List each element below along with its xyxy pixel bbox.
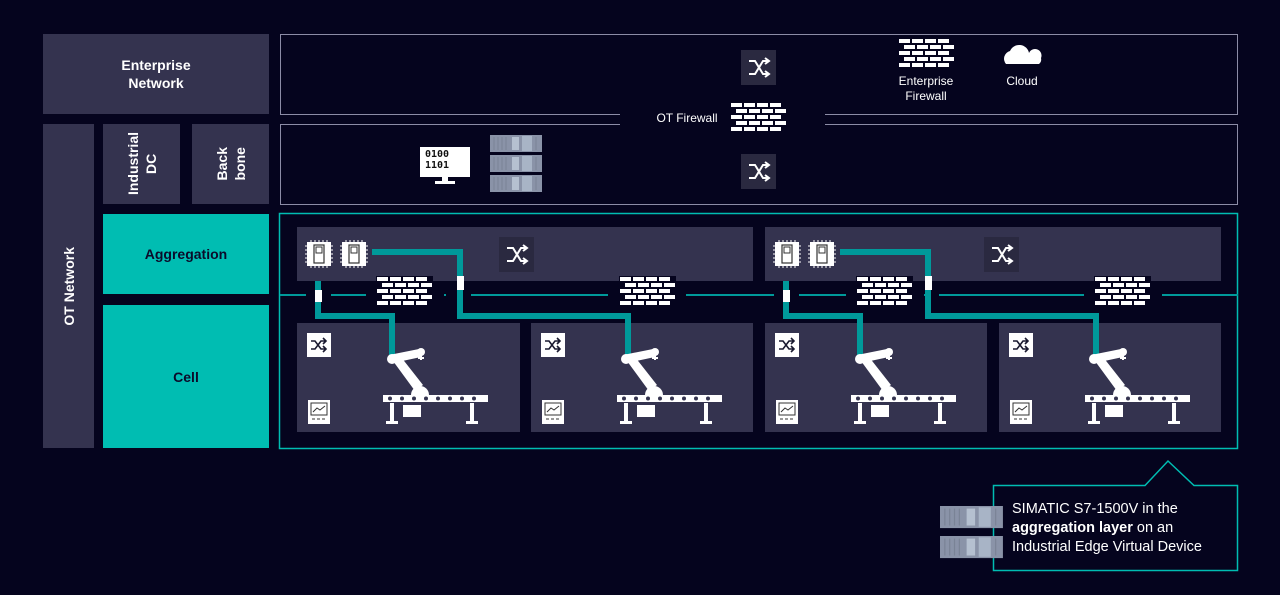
virtual-plc-icon (304, 239, 334, 269)
enterprise-firewall-label: Enterprise Firewall (898, 74, 954, 103)
ot-network-label: OT Network (60, 246, 77, 326)
binary-display: 0100 1101 (425, 149, 449, 171)
aggregation-layer: Aggregation (103, 214, 269, 294)
callout-line: on an (1132, 520, 1174, 536)
s7-1500v-server-icon (939, 535, 1004, 559)
aggregation-label: Aggregation (144, 246, 228, 262)
industrial-dc-layer: Industrial DC (103, 124, 180, 204)
enterprise-network-layer: Enterprise Network (43, 34, 269, 114)
cell-layer: Cell (103, 305, 269, 448)
cell-switch-icon (306, 332, 332, 358)
cell-switch-icon (1008, 332, 1034, 358)
cell-firewall-icon (376, 276, 433, 310)
aggregation-switch-icon (983, 236, 1020, 273)
cell-firewall-icon (856, 276, 913, 310)
callout-line: Industrial Edge Virtual Device (1012, 539, 1202, 555)
backbone-switch-icon (740, 153, 777, 190)
cloud-label: Cloud (1006, 74, 1038, 88)
industrial-dc-label: Industrial DC (124, 132, 159, 196)
server-icon (489, 134, 543, 153)
enterprise-network-label: Enterprise Network (121, 57, 191, 91)
enterprise-firewall-icon (898, 38, 955, 72)
hmi-icon (541, 399, 565, 425)
cell-switch-icon (540, 332, 566, 358)
binary-text: 0100 (425, 149, 450, 160)
aggregation-switch-icon (498, 236, 535, 273)
server-icon (489, 154, 543, 173)
ot-firewall-label: OT Firewall (656, 111, 718, 125)
virtual-plc-icon (772, 239, 802, 269)
hmi-icon (307, 399, 331, 425)
callout-text: SIMATIC S7-1500V in the aggregation laye… (1012, 500, 1236, 557)
core-switch-icon (740, 49, 777, 86)
s7-1500v-server-icon (939, 505, 1004, 529)
hmi-icon (1009, 399, 1033, 425)
cell-label: Cell (173, 368, 199, 385)
cloud-icon (1004, 44, 1042, 64)
cell-firewall-icon (1094, 276, 1151, 310)
backbone-label: Back bone (213, 147, 248, 181)
virtual-plc-icon (807, 239, 837, 269)
binary-text: 1101 (425, 160, 450, 171)
ot-network-layer: OT Network (43, 124, 94, 448)
cell-firewall-icon (619, 276, 676, 310)
backbone-layer: Back bone (192, 124, 269, 204)
ot-firewall-icon (730, 102, 787, 136)
cell-switch-icon (774, 332, 800, 358)
hmi-icon (775, 399, 799, 425)
callout-line: SIMATIC S7-1500V in the (1012, 501, 1178, 517)
server-icon (489, 174, 543, 193)
virtual-plc-icon (339, 239, 369, 269)
callout-bold: aggregation layer (1012, 520, 1133, 536)
